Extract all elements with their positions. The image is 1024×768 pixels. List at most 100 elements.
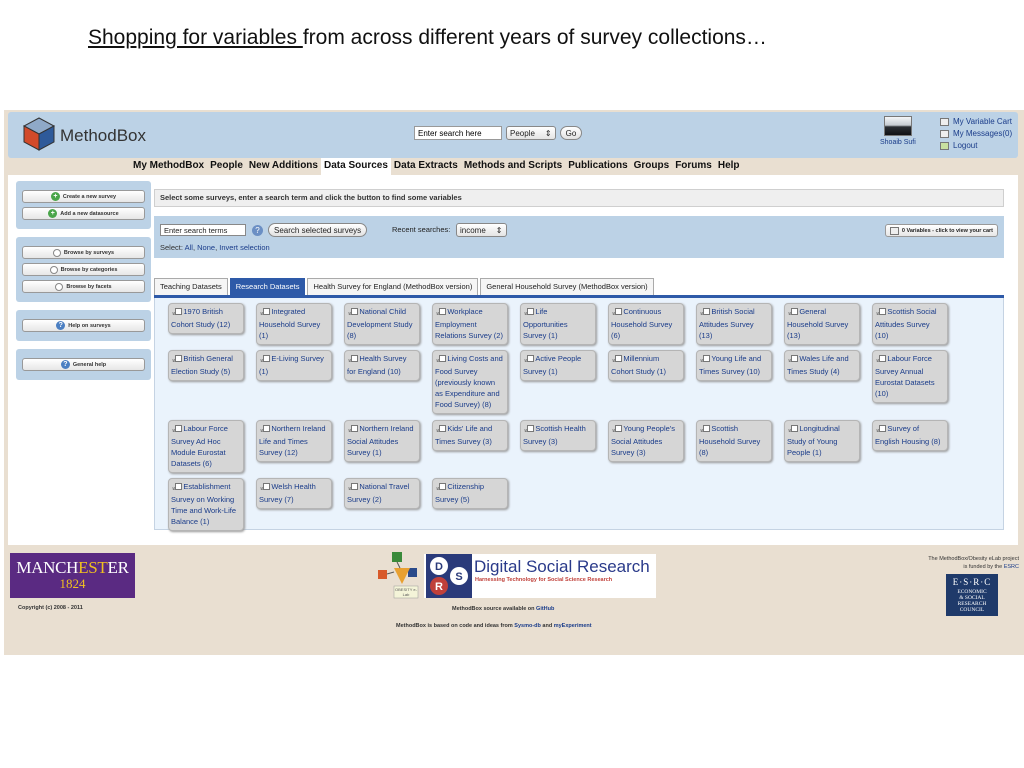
expand-chevron-icon[interactable]: »: [871, 312, 882, 315]
messages-label[interactable]: My Messages(0): [953, 128, 1012, 140]
nav-people[interactable]: People: [207, 158, 246, 175]
expand-chevron-icon[interactable]: »: [167, 429, 178, 432]
search-selected-surveys-button[interactable]: Search selected surveys: [268, 223, 368, 237]
survey-card[interactable]: » British Social Attitudes Survey (13): [696, 303, 772, 345]
expand-chevron-icon[interactable]: »: [695, 359, 706, 362]
survey-card[interactable]: » E-Living Survey (1): [256, 350, 332, 381]
survey-card[interactable]: » Young People's Social Attitudes Survey …: [608, 420, 684, 462]
expand-chevron-icon[interactable]: »: [783, 359, 794, 362]
add-datasource-button[interactable]: + Add a new datasource: [22, 207, 145, 220]
survey-card[interactable]: » National Travel Survey (2): [344, 478, 420, 509]
view-cart-button[interactable]: 0 Variables - click to view your cart: [884, 224, 998, 237]
expand-chevron-icon[interactable]: »: [607, 359, 618, 362]
expand-chevron-icon[interactable]: »: [167, 359, 178, 362]
expand-chevron-icon[interactable]: »: [431, 312, 442, 315]
logout-link[interactable]: Logout: [940, 140, 1012, 152]
help-surveys-button[interactable]: ? Help on surveys: [22, 319, 145, 332]
browse-surveys-button[interactable]: Browse by surveys: [22, 246, 145, 259]
survey-card[interactable]: » Northern Ireland Social Attitudes Surve…: [344, 420, 420, 462]
sysmo-db-link[interactable]: Sysmo-db: [514, 623, 541, 629]
survey-card[interactable]: » 1970 British Cohort Study (12): [168, 303, 244, 334]
survey-card[interactable]: » Young Life and Times Survey (10): [696, 350, 772, 381]
esrc-link[interactable]: ESRC: [1004, 564, 1019, 570]
survey-card[interactable]: » Living Costs and Food Survey (previousl…: [432, 350, 508, 414]
survey-card[interactable]: » Health Survey for England (10): [344, 350, 420, 381]
expand-chevron-icon[interactable]: »: [607, 312, 618, 315]
general-help-button[interactable]: ? General help: [22, 358, 145, 371]
expand-chevron-icon[interactable]: »: [519, 359, 530, 362]
user-profile[interactable]: Shoaib Sufi: [880, 116, 916, 146]
nav-methods-scripts[interactable]: Methods and Scripts: [461, 158, 565, 175]
global-search-input[interactable]: [414, 126, 502, 140]
user-name[interactable]: Shoaib Sufi: [880, 139, 916, 146]
expand-chevron-icon[interactable]: »: [343, 312, 354, 315]
logout-label[interactable]: Logout: [953, 140, 977, 152]
survey-card[interactable]: » Labour Force Survey Annual Eurostat Dat…: [872, 350, 948, 403]
tab-teaching-datasets[interactable]: Teaching Datasets: [154, 278, 228, 295]
expand-chevron-icon[interactable]: »: [519, 312, 530, 315]
nav-data-extracts[interactable]: Data Extracts: [391, 158, 461, 175]
nav-data-sources[interactable]: Data Sources: [320, 158, 391, 175]
survey-card[interactable]: » Survey of English Housing (8): [872, 420, 948, 451]
survey-card[interactable]: » Establishment Survey on Working Time an…: [168, 478, 244, 531]
survey-label[interactable]: Living Costs and Food Survey (previously…: [435, 354, 503, 409]
tab-general-household-survey[interactable]: General Household Survey (MethodBox vers…: [480, 278, 654, 295]
browse-categories-button[interactable]: Browse by categories: [22, 263, 145, 276]
survey-card[interactable]: » Scottish Household Survey (8): [696, 420, 772, 462]
survey-card[interactable]: » Continuous Household Survey (6): [608, 303, 684, 345]
expand-chevron-icon[interactable]: »: [431, 359, 442, 362]
survey-card[interactable]: » Workplace Employment Relations Survey (…: [432, 303, 508, 345]
invert-selection-link[interactable]: Invert selection: [219, 243, 269, 252]
expand-chevron-icon[interactable]: »: [255, 359, 266, 362]
expand-chevron-icon[interactable]: »: [255, 312, 266, 315]
survey-card[interactable]: » Millennium Cohort Study (1): [608, 350, 684, 381]
expand-chevron-icon[interactable]: »: [167, 487, 178, 490]
expand-chevron-icon[interactable]: »: [695, 312, 706, 315]
nav-forums[interactable]: Forums: [672, 158, 715, 175]
nav-new-additions[interactable]: New Additions: [246, 158, 321, 175]
survey-card[interactable]: » Citizenship Survey (5): [432, 478, 508, 509]
expand-chevron-icon[interactable]: »: [343, 487, 354, 490]
variable-cart-link[interactable]: My Variable Cart: [940, 116, 1012, 128]
expand-chevron-icon[interactable]: »: [871, 359, 882, 362]
expand-chevron-icon[interactable]: »: [607, 429, 618, 432]
search-type-select[interactable]: People ⇕: [506, 126, 556, 140]
survey-card[interactable]: » General Household Survey (13): [784, 303, 860, 345]
expand-chevron-icon[interactable]: »: [695, 429, 706, 432]
expand-chevron-icon[interactable]: »: [167, 312, 178, 315]
variable-cart-label[interactable]: My Variable Cart: [953, 116, 1012, 128]
help-icon[interactable]: ?: [252, 225, 263, 236]
go-button[interactable]: Go: [559, 126, 583, 140]
messages-link[interactable]: My Messages(0): [940, 128, 1012, 140]
survey-card[interactable]: » Labour Force Survey Ad Hoc Module Euros…: [168, 420, 244, 473]
nav-my-methodbox[interactable]: My MethodBox: [130, 158, 207, 175]
methodbox-logo[interactable]: MethodBox: [20, 116, 150, 154]
search-terms-input[interactable]: Enter search terms: [160, 224, 246, 236]
survey-card[interactable]: » Scottish Social Attitudes Survey (10): [872, 303, 948, 345]
expand-chevron-icon[interactable]: »: [255, 487, 266, 490]
survey-card[interactable]: » British General Election Study (5): [168, 350, 244, 381]
tab-health-survey-england[interactable]: Health Survey for England (MethodBox ver…: [307, 278, 479, 295]
survey-card[interactable]: » Wales Life and Times Study (4): [784, 350, 860, 381]
nav-publications[interactable]: Publications: [565, 158, 630, 175]
select-all-link[interactable]: All: [185, 243, 193, 252]
expand-chevron-icon[interactable]: »: [431, 429, 442, 432]
expand-chevron-icon[interactable]: »: [519, 429, 530, 432]
github-link[interactable]: GitHub: [536, 606, 554, 612]
expand-chevron-icon[interactable]: »: [343, 359, 354, 362]
survey-card[interactable]: » Northern Ireland Life and Times Survey …: [256, 420, 332, 462]
recent-searches-select[interactable]: income ⇕: [456, 223, 507, 237]
avatar[interactable]: [883, 116, 912, 136]
nav-help[interactable]: Help: [715, 158, 743, 175]
survey-card[interactable]: » Kids' Life and Times Survey (3): [432, 420, 508, 451]
expand-chevron-icon[interactable]: »: [255, 429, 266, 432]
myexperiment-link[interactable]: myExperiment: [554, 623, 592, 629]
survey-card[interactable]: » Active People Survey (1): [520, 350, 596, 381]
survey-card[interactable]: » Scottish Health Survey (3): [520, 420, 596, 451]
tab-research-datasets[interactable]: Research Datasets: [229, 278, 306, 295]
survey-card[interactable]: » Life Opportunities Survey (1): [520, 303, 596, 345]
expand-chevron-icon[interactable]: »: [343, 429, 354, 432]
select-none-link[interactable]: None: [197, 243, 215, 252]
survey-card[interactable]: » Longitudinal Study of Young People (1): [784, 420, 860, 462]
expand-chevron-icon[interactable]: »: [783, 312, 794, 315]
